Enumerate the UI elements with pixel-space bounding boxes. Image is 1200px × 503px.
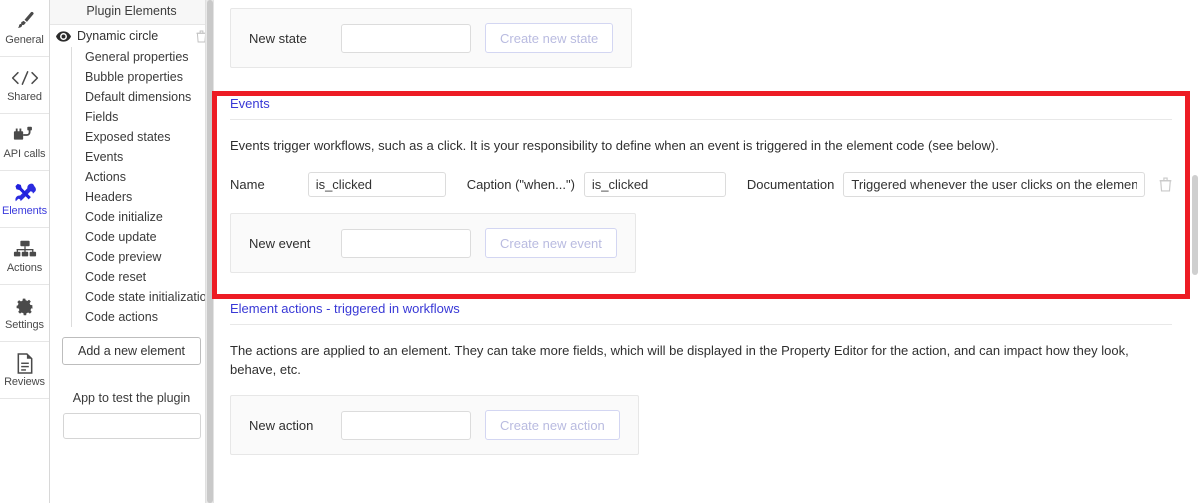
element-actions-description: The actions are applied to an element. T… [230, 343, 1129, 377]
sidebar-scrollbar[interactable] [205, 0, 213, 503]
sidebar-root-label: Dynamic circle [77, 29, 159, 43]
app-to-test-label: App to test the plugin [72, 391, 191, 405]
trash-icon [1159, 177, 1172, 192]
sidebar-scrollbar-thumb[interactable] [207, 0, 213, 503]
event-row: Name Caption ("when...") Documentation [230, 172, 1172, 197]
sidebar-item-code-update[interactable]: Code update [72, 227, 213, 247]
rail-item-reviews[interactable]: Reviews [0, 342, 49, 399]
sidebar-item-default-dimensions[interactable]: Default dimensions [72, 87, 213, 107]
sidebar-item-actions[interactable]: Actions [72, 167, 213, 187]
new-state-input[interactable] [341, 23, 471, 53]
sidebar-item-code-state-initialization[interactable]: Code state initialization [72, 287, 214, 307]
new-event-input[interactable] [341, 228, 471, 258]
eye-icon[interactable] [56, 30, 71, 42]
sidebar-item-fields[interactable]: Fields [72, 107, 213, 127]
sidebar-item-code-preview[interactable]: Code preview [72, 247, 213, 267]
brush-icon [14, 9, 36, 33]
tools-icon [14, 180, 36, 204]
event-documentation-input[interactable] [843, 172, 1145, 197]
rail-label-shared: Shared [7, 91, 42, 103]
main-scrollbar-thumb[interactable] [1192, 175, 1198, 275]
rail-item-api-calls[interactable]: API calls [0, 114, 49, 171]
sidebar-item-code-initialize[interactable]: Code initialize [72, 207, 213, 227]
rail-label-reviews: Reviews [4, 376, 45, 388]
gear-icon [14, 294, 35, 318]
sidebar-item-bubble-properties[interactable]: Bubble properties [72, 67, 213, 87]
events-section: Events Events trigger workflows, such as… [230, 96, 1172, 273]
events-divider [230, 119, 1172, 120]
add-new-element-button[interactable]: Add a new element [62, 337, 201, 365]
sidebar-item-general-properties[interactable]: General properties [72, 47, 213, 67]
api-plug-icon [13, 123, 37, 147]
rail-label-general: General [5, 34, 44, 46]
create-new-state-button[interactable]: Create new state [485, 23, 614, 53]
main-scrollbar[interactable] [1191, 0, 1200, 503]
new-action-input[interactable] [341, 410, 471, 440]
new-action-panel: New action Create new action [230, 395, 639, 455]
new-state-label: New state [249, 30, 307, 46]
rail-item-actions[interactable]: Actions [0, 228, 49, 285]
rail-item-shared[interactable]: Shared [0, 57, 49, 114]
sidebar-item-exposed-states[interactable]: Exposed states [72, 127, 213, 147]
plugin-elements-sidebar: Plugin Elements Dynamic circle General p… [50, 0, 214, 503]
events-description: Events trigger workflows, such as a clic… [230, 138, 999, 153]
rail-label-elements: Elements [1, 205, 48, 217]
new-action-label: New action [249, 417, 314, 433]
sidebar-title: Plugin Elements [50, 0, 213, 25]
rail-item-elements[interactable]: Elements [0, 171, 49, 228]
new-state-panel: New state Create new state [230, 8, 633, 68]
element-actions-divider [230, 324, 1172, 325]
sidebar-item-events[interactable]: Events [72, 147, 213, 167]
sidebar-item-code-reset[interactable]: Code reset [72, 267, 213, 287]
rail-item-general[interactable]: General [0, 0, 49, 57]
new-event-panel: New event Create new event [230, 213, 636, 273]
create-new-event-button[interactable]: Create new event [485, 228, 617, 258]
rail-label-actions: Actions [6, 262, 43, 274]
event-name-input[interactable] [307, 172, 446, 197]
event-caption-input[interactable] [583, 172, 726, 197]
document-icon [16, 351, 34, 375]
delete-event-button[interactable] [1145, 177, 1172, 192]
event-documentation-label: Documentation [746, 177, 835, 192]
app-window: General Shared API calls Elements Action… [0, 0, 1200, 503]
element-actions-heading-link[interactable]: Element actions - triggered in workflows [230, 301, 460, 316]
main-content: New state Create new state Events Events… [214, 0, 1200, 503]
rail-label-settings: Settings [5, 319, 44, 331]
app-to-test-input[interactable] [62, 413, 201, 439]
sidebar-item-code-actions[interactable]: Code actions [72, 307, 213, 327]
event-caption-label: Caption ("when...") [466, 177, 575, 192]
element-actions-section: Element actions - triggered in workflows… [230, 301, 1172, 455]
rail-item-settings[interactable]: Settings [0, 285, 49, 342]
events-heading-link[interactable]: Events [230, 96, 270, 111]
add-element-wrap: Add a new element [50, 327, 213, 365]
new-event-label: New event [249, 235, 311, 251]
sidebar-children-list: General properties Bubble properties Def… [71, 47, 214, 327]
sidebar-root-dynamic-circle[interactable]: Dynamic circle [50, 25, 213, 47]
left-icon-rail: General Shared API calls Elements Action… [0, 0, 50, 503]
event-name-label: Name [230, 177, 265, 192]
code-icon [10, 66, 40, 90]
sitemap-icon [13, 237, 37, 261]
rail-label-api-calls: API calls [3, 148, 46, 160]
create-new-action-button[interactable]: Create new action [485, 410, 620, 440]
sidebar-item-headers[interactable]: Headers [72, 187, 213, 207]
